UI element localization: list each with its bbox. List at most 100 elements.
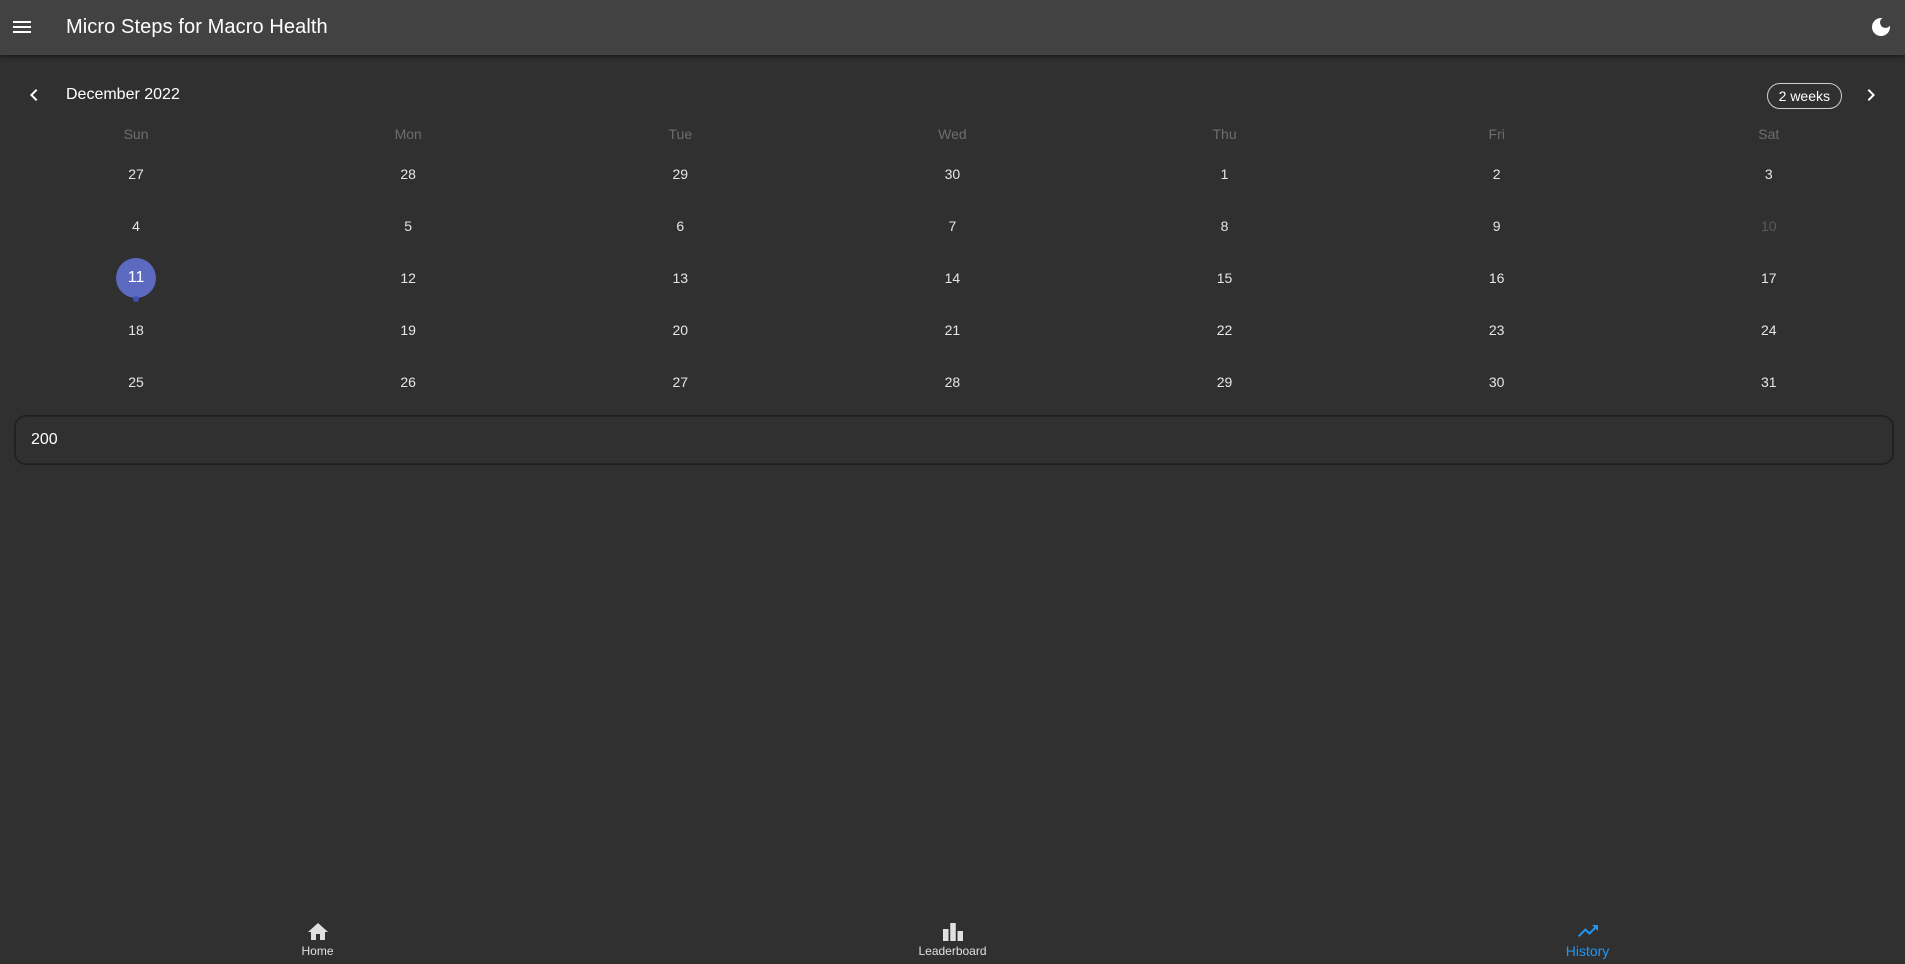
- day-number[interactable]: 18: [116, 310, 156, 350]
- nav-label-home: Home: [301, 944, 334, 958]
- selected-day[interactable]: 11: [116, 258, 157, 298]
- day-number[interactable]: 14: [932, 258, 972, 298]
- day-number[interactable]: 25: [116, 362, 156, 402]
- day-number[interactable]: 29: [1205, 362, 1245, 402]
- day-cell: 30: [1361, 356, 1633, 408]
- day-cell: 27: [0, 148, 272, 200]
- day-cell: 9: [1361, 200, 1633, 252]
- bottom-navigation: Home Leaderboard History: [0, 908, 1905, 964]
- day-number: 10: [1761, 218, 1777, 234]
- day-cell: 13: [544, 252, 816, 304]
- day-cell: 20: [544, 304, 816, 356]
- day-number[interactable]: 4: [116, 206, 156, 246]
- day-cell: 7: [816, 200, 1088, 252]
- weekday-label: Mon: [394, 126, 422, 142]
- day-number[interactable]: 28: [388, 154, 428, 194]
- day-number[interactable]: 24: [1749, 310, 1789, 350]
- day-cell: 28: [816, 356, 1088, 408]
- nav-label-leaderboard: Leaderboard: [918, 944, 987, 958]
- day-number[interactable]: 31: [1749, 362, 1789, 402]
- day-number[interactable]: 29: [660, 154, 700, 194]
- day-number[interactable]: 30: [1477, 362, 1517, 402]
- day-cell: 15: [1089, 252, 1361, 304]
- day-number[interactable]: 3: [1749, 154, 1789, 194]
- week-row: 11 12 13 14 15 16 17: [0, 252, 1905, 304]
- day-number[interactable]: 15: [1205, 258, 1245, 298]
- day-number[interactable]: 2: [1477, 154, 1517, 194]
- day-number[interactable]: 20: [660, 310, 700, 350]
- day-number[interactable]: 22: [1205, 310, 1245, 350]
- day-cell: 28: [272, 148, 544, 200]
- day-cell: 1: [1089, 148, 1361, 200]
- day-number[interactable]: 19: [388, 310, 428, 350]
- weekday-label: Wed: [938, 126, 967, 142]
- day-cell: 5: [272, 200, 544, 252]
- day-number[interactable]: 17: [1749, 258, 1789, 298]
- day-cell: 18: [0, 304, 272, 356]
- day-cell: 29: [1089, 356, 1361, 408]
- day-cell: 27: [544, 356, 816, 408]
- menu-icon[interactable]: [10, 15, 34, 39]
- day-cell: 3: [1633, 148, 1905, 200]
- day-cell: 2: [1361, 148, 1633, 200]
- nav-item-leaderboard[interactable]: Leaderboard: [635, 908, 1270, 964]
- event-marker: [133, 296, 140, 302]
- day-number[interactable]: 30: [932, 154, 972, 194]
- month-title: December 2022: [66, 86, 180, 103]
- day-cell: 8: [1089, 200, 1361, 252]
- day-number[interactable]: 16: [1477, 258, 1517, 298]
- day-cell: 19: [272, 304, 544, 356]
- moon-icon[interactable]: [1869, 15, 1893, 39]
- day-cell: 10: [1633, 200, 1905, 252]
- day-cell: 29: [544, 148, 816, 200]
- day-cell: 6: [544, 200, 816, 252]
- leaderboard-icon: [942, 923, 963, 941]
- day-number[interactable]: 8: [1205, 206, 1245, 246]
- day-number[interactable]: 27: [116, 154, 156, 194]
- day-number[interactable]: 7: [932, 206, 972, 246]
- week-row: 27 28 29 30 1 2 3: [0, 148, 1905, 200]
- day-cell: 30: [816, 148, 1088, 200]
- day-number[interactable]: 9: [1477, 206, 1517, 246]
- nav-item-home[interactable]: Home: [0, 908, 635, 964]
- weekday-label: Sat: [1758, 126, 1780, 142]
- app-title: Micro Steps for Macro Health: [66, 16, 328, 38]
- day-cell: 21: [816, 304, 1088, 356]
- day-cell: 16: [1361, 252, 1633, 304]
- calendar-header: December 2022 2 weeks: [0, 78, 1905, 112]
- chevron-right-icon[interactable]: [1859, 83, 1883, 107]
- event-value-field[interactable]: 200: [14, 415, 1894, 465]
- weekday-label: Fri: [1488, 126, 1505, 142]
- day-number[interactable]: 1: [1205, 154, 1245, 194]
- home-icon: [307, 923, 328, 940]
- day-number[interactable]: 26: [388, 362, 428, 402]
- week-row: 25 26 27 28 29 30 31: [0, 356, 1905, 408]
- day-number[interactable]: 6: [660, 206, 700, 246]
- day-cell: 26: [272, 356, 544, 408]
- day-number[interactable]: 21: [932, 310, 972, 350]
- week-row: 18 19 20 21 22 23 24: [0, 304, 1905, 356]
- calendar-format-button[interactable]: 2 weeks: [1766, 83, 1842, 109]
- day-number[interactable]: 5: [388, 206, 428, 246]
- day-cell: 12: [272, 252, 544, 304]
- day-number[interactable]: 12: [388, 258, 428, 298]
- chevron-left-icon[interactable]: [22, 83, 46, 107]
- day-cell: 22: [1089, 304, 1361, 356]
- trending-up-icon: [1577, 925, 1598, 937]
- app-bar: Micro Steps for Macro Health: [0, 0, 1905, 55]
- weekday-label: Sun: [123, 126, 149, 142]
- day-cell: 17: [1633, 252, 1905, 304]
- day-number[interactable]: 28: [932, 362, 972, 402]
- nav-item-history[interactable]: History: [1270, 908, 1905, 964]
- day-number[interactable]: 27: [660, 362, 700, 402]
- day-number[interactable]: 13: [660, 258, 700, 298]
- event-value-text: 200: [31, 431, 58, 448]
- day-number[interactable]: 23: [1477, 310, 1517, 350]
- nav-label-history: History: [1565, 943, 1610, 959]
- calendar-grid: 27 28 29 30 1 2 3 4 5 6 7 8 9 10 11 12 13 14 15 16 17 18 19 20 2…: [0, 148, 1905, 408]
- day-cell: 25: [0, 356, 272, 408]
- week-row: 4 5 6 7 8 9 10: [0, 200, 1905, 252]
- day-cell: 14: [816, 252, 1088, 304]
- day-cell: 11: [0, 252, 272, 304]
- weekday-label: Tue: [668, 126, 693, 142]
